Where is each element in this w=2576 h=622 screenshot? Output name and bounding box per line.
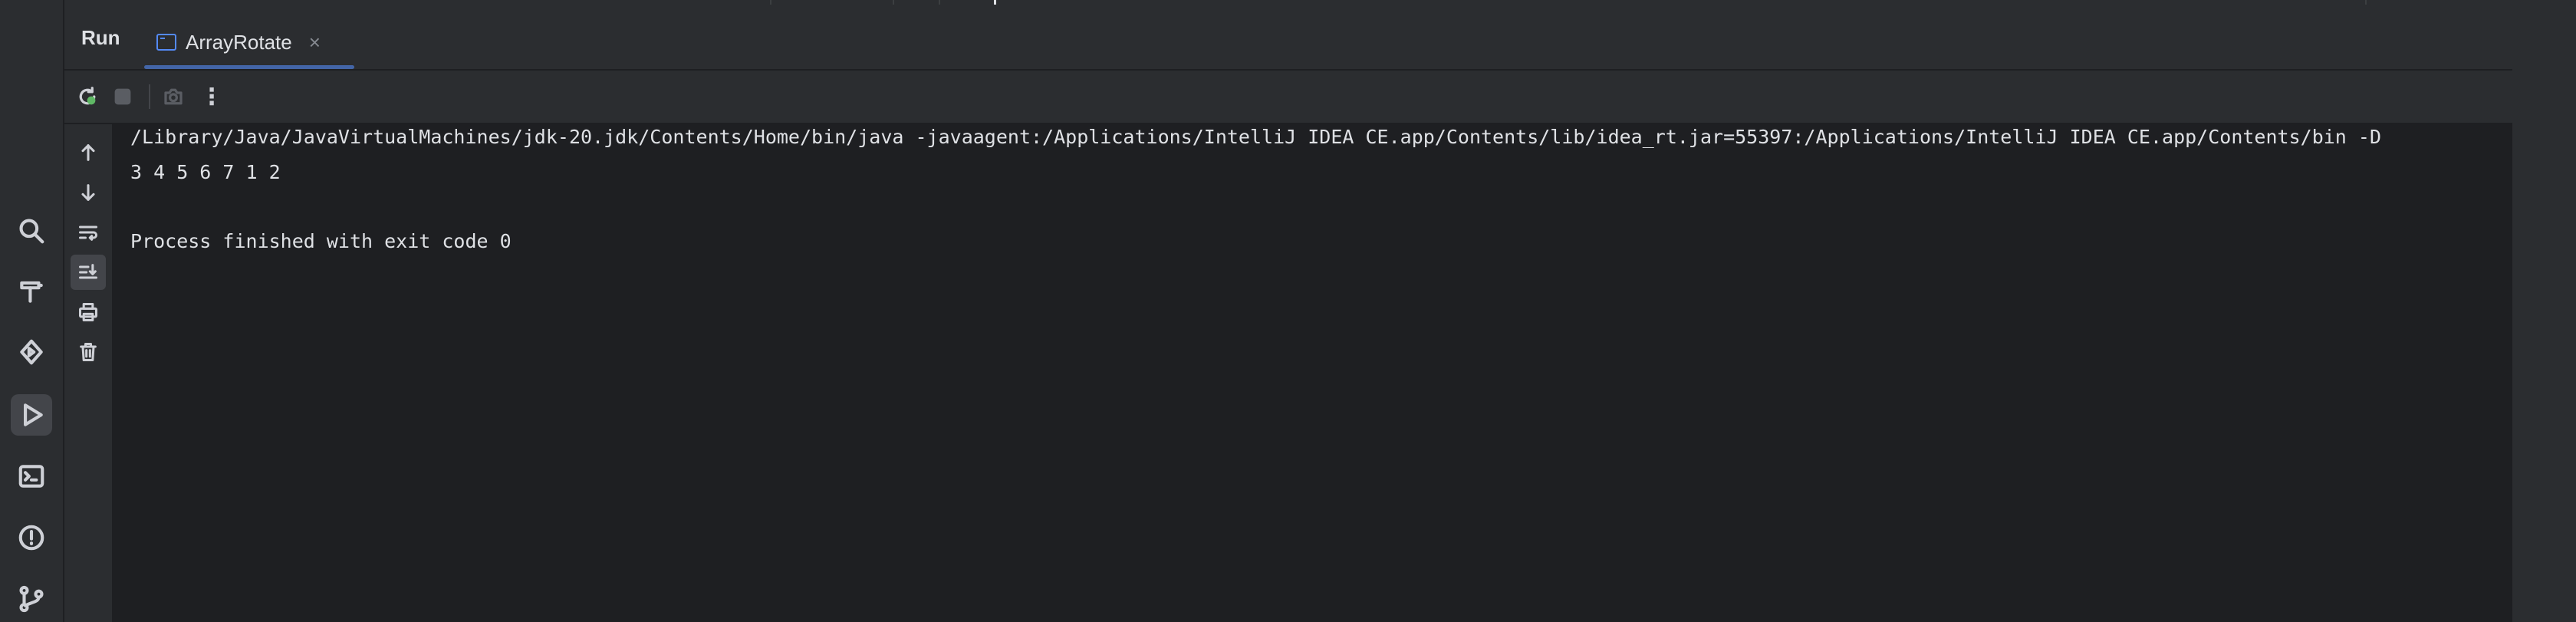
- stop-button[interactable]: [106, 80, 140, 114]
- console-output[interactable]: /Library/Java/JavaVirtualMachines/jdk-20…: [114, 124, 2512, 622]
- clear-all-button[interactable]: [71, 334, 106, 370]
- soft-wrap-icon: [78, 225, 98, 241]
- scroll-to-end-icon: [78, 264, 98, 279]
- git-branch-icon: [19, 585, 44, 613]
- terminal-icon: [18, 465, 44, 488]
- services-tool-button[interactable]: [11, 331, 52, 373]
- tab-selected-indicator: [144, 65, 354, 69]
- stop-icon: [114, 88, 131, 105]
- print-button[interactable]: [71, 295, 106, 330]
- tool-window-title: Run: [81, 26, 120, 49]
- problems-icon: [18, 525, 44, 551]
- more-options-button[interactable]: ⋮: [195, 80, 229, 114]
- scroll-up-button[interactable]: [71, 135, 106, 170]
- rerun-button[interactable]: [71, 80, 104, 114]
- build-tool-button[interactable]: [11, 271, 52, 312]
- right-tool-strip: [2512, 0, 2576, 622]
- build-hammer-icon: [20, 281, 43, 303]
- console-line-command: /Library/Java/JavaVirtualMachines/jdk-20…: [130, 126, 2381, 148]
- run-icon: [24, 403, 43, 426]
- tab-label: ArrayRotate: [186, 30, 292, 54]
- git-tool-button[interactable]: [11, 578, 52, 620]
- console-side-actions: [64, 124, 114, 622]
- terminal-tool-button[interactable]: [11, 456, 52, 497]
- rerun-icon: [79, 87, 96, 105]
- services-icon: [20, 339, 43, 365]
- down-arrow-icon: [81, 184, 95, 201]
- up-arrow-icon: [81, 144, 95, 161]
- search-tool-button[interactable]: [11, 210, 52, 252]
- trash-icon: [80, 342, 97, 362]
- screenshot-icon: [164, 88, 183, 105]
- more-icon: ⋮: [200, 84, 223, 110]
- run-tool-window: Run ArrayRotate × ⋮ /Library/Java/JavaVi…: [64, 0, 2512, 622]
- screenshot-button[interactable]: [156, 80, 190, 114]
- run-toolbar: ⋮: [64, 71, 2512, 124]
- tab-arrayrotate[interactable]: ArrayRotate ×: [144, 15, 354, 69]
- scroll-to-end-button[interactable]: [71, 255, 106, 290]
- soft-wrap-button[interactable]: [71, 215, 106, 250]
- print-icon: [78, 302, 98, 322]
- scroll-down-button[interactable]: [71, 175, 106, 210]
- search-icon: [19, 219, 44, 244]
- run-tool-button[interactable]: [11, 394, 52, 436]
- tool-window-header: Run ArrayRotate ×: [64, 5, 2512, 71]
- console-icon: [156, 34, 176, 51]
- problems-tool-button[interactable]: [11, 517, 52, 558]
- console-line-output: 3 4 5 6 7 1 2: [130, 161, 281, 183]
- console-line-exit: Process finished with exit code 0: [130, 230, 512, 252]
- toolbar-separator: [149, 84, 150, 109]
- left-tool-strip: [0, 0, 64, 622]
- close-icon[interactable]: ×: [309, 32, 321, 52]
